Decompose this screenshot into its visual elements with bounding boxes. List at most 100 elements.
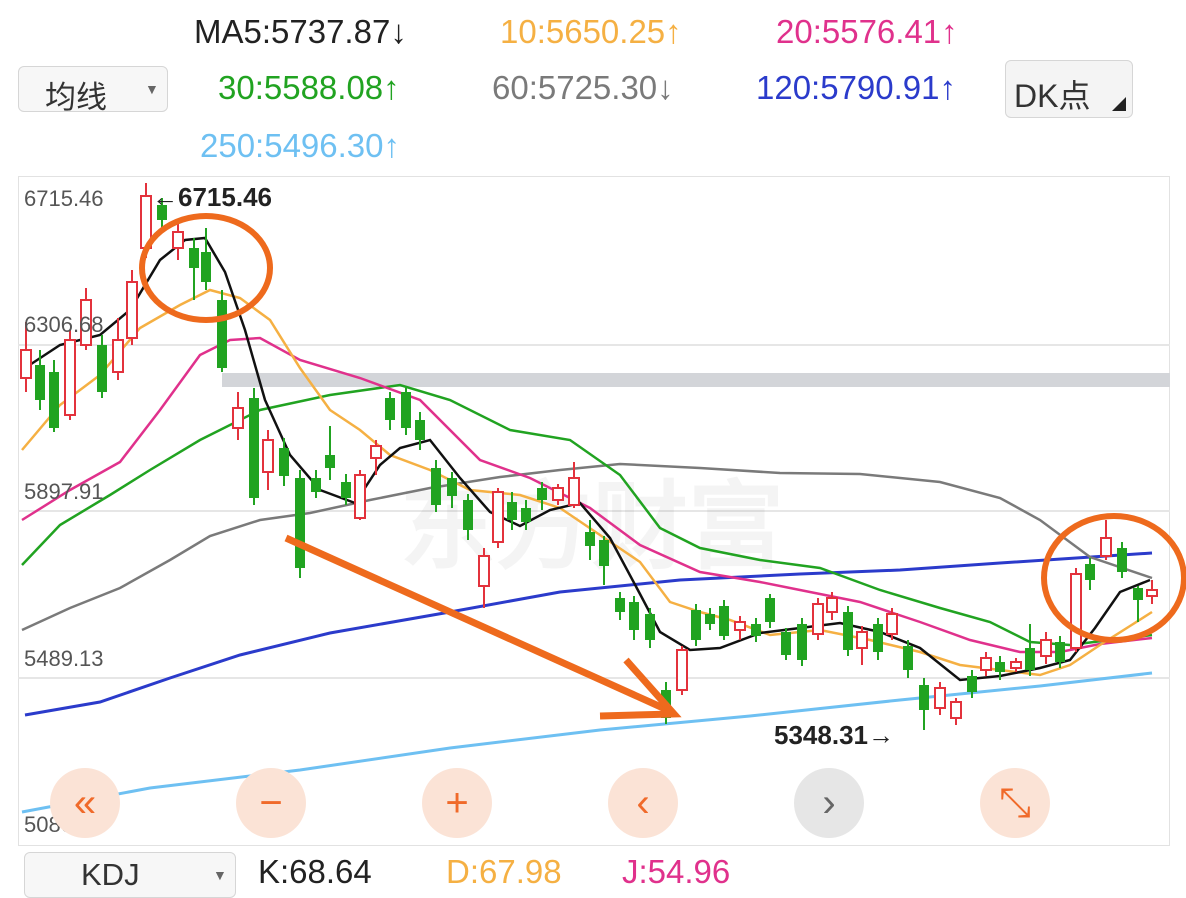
candle-body xyxy=(781,632,791,655)
candle-body xyxy=(507,502,517,520)
candle-body xyxy=(401,392,411,428)
candle-body xyxy=(189,248,199,268)
candle-body xyxy=(919,685,929,710)
candle-body xyxy=(903,646,913,670)
candle-body xyxy=(886,613,898,635)
y-axis-label: 5489.13 xyxy=(24,646,104,671)
minus-icon: − xyxy=(259,780,283,825)
zoom-in-button[interactable]: + xyxy=(422,768,492,838)
indicator-label: KDJ xyxy=(81,857,140,892)
candle-body xyxy=(354,474,366,519)
ma5-line xyxy=(21,236,1151,682)
candle-body xyxy=(797,624,807,660)
candle-body xyxy=(447,478,457,496)
indicator-dropdown[interactable]: KDJ ▼ xyxy=(24,852,236,898)
candle-body xyxy=(676,649,688,691)
chart-canvas: 东方财富 xyxy=(18,183,1186,814)
candle-body xyxy=(645,614,655,640)
fullscreen-button[interactable]: ⤡ xyxy=(980,768,1050,838)
candle-body xyxy=(1040,639,1052,657)
chevron-right-icon: › xyxy=(822,780,836,825)
candle-body xyxy=(980,657,992,671)
candle-body xyxy=(385,398,395,420)
candle-body xyxy=(812,603,824,635)
candle-body xyxy=(279,448,289,476)
candle-body xyxy=(49,372,59,428)
scroll-left-button[interactable]: ‹ xyxy=(608,768,678,838)
zoom-out-button[interactable]: − xyxy=(236,768,306,838)
candle-body xyxy=(492,491,504,543)
candle-body xyxy=(431,468,441,505)
candle-body xyxy=(325,455,335,468)
candle-body xyxy=(64,339,76,416)
candle-body xyxy=(370,445,382,459)
candle-body xyxy=(1117,548,1127,572)
candle-body xyxy=(295,478,305,568)
candle-body xyxy=(856,631,868,649)
candle-body xyxy=(1100,537,1112,557)
candle-body xyxy=(217,300,227,368)
candle-body xyxy=(521,508,531,522)
candle-body xyxy=(537,488,547,500)
candle-body xyxy=(126,281,138,339)
candle-body xyxy=(1133,588,1143,600)
double-chevron-left-icon: « xyxy=(73,780,97,825)
candle-body xyxy=(172,231,184,249)
candle-body xyxy=(415,420,425,440)
candle-body xyxy=(97,345,107,392)
candle-body xyxy=(232,407,244,429)
candle-body xyxy=(765,598,775,622)
candle-body xyxy=(35,365,45,400)
candle-body xyxy=(311,478,321,492)
candle-body xyxy=(1070,573,1082,649)
candle-body xyxy=(629,602,639,630)
candle-body xyxy=(995,662,1005,672)
candle-body xyxy=(201,252,211,282)
scroll-first-button[interactable]: « xyxy=(50,768,120,838)
candle-body xyxy=(734,621,746,631)
candle-body xyxy=(691,610,701,640)
candle-body xyxy=(826,597,838,613)
candlestick-series xyxy=(20,183,1158,730)
candle-body xyxy=(950,701,962,719)
candle-body xyxy=(1055,642,1065,662)
scroll-right-button[interactable]: › xyxy=(794,768,864,838)
expand-icon: ⤡ xyxy=(999,780,1031,825)
candle-body xyxy=(751,624,761,636)
candle-body xyxy=(585,532,595,546)
y-axis-label: 6715.46 xyxy=(24,186,104,211)
chevron-down-icon: ▼ xyxy=(213,867,227,883)
candle-body xyxy=(705,614,715,624)
candle-body xyxy=(341,482,351,498)
candle-body xyxy=(463,500,473,530)
candle-body xyxy=(934,687,946,709)
y-axis-label: 6306.68 xyxy=(24,312,104,337)
kdj-j-value: J:54.96 xyxy=(622,853,731,890)
plus-icon: + xyxy=(445,780,469,825)
candle-body xyxy=(719,606,729,636)
candle-body xyxy=(20,349,32,379)
recent-highlight-circle xyxy=(1041,513,1186,643)
candle-body xyxy=(967,676,977,692)
y-axis-label: 5897.91 xyxy=(24,479,104,504)
chevron-left-icon: ‹ xyxy=(636,780,650,825)
candle-body xyxy=(599,540,609,566)
candle-body xyxy=(1025,648,1035,670)
kdj-k-value: K:68.64 xyxy=(258,853,372,890)
candle-body xyxy=(568,477,580,506)
high-price-annotation: ←6715.46 xyxy=(152,182,272,212)
candle-body xyxy=(552,487,564,501)
candle-body xyxy=(1010,661,1022,669)
kdj-d-value: D:67.98 xyxy=(446,853,562,890)
candle-body xyxy=(249,398,259,498)
candle-body xyxy=(112,339,124,373)
watermark-logo: 东方财富 xyxy=(400,471,784,583)
candle-body xyxy=(262,439,274,473)
candle-body xyxy=(1085,564,1095,580)
candle-body xyxy=(843,612,853,650)
candle-body xyxy=(873,624,883,652)
low-price-annotation: 5348.31→ xyxy=(774,720,894,750)
candle-body xyxy=(478,555,490,587)
candle-body xyxy=(615,598,625,612)
candle-body xyxy=(1146,589,1158,597)
